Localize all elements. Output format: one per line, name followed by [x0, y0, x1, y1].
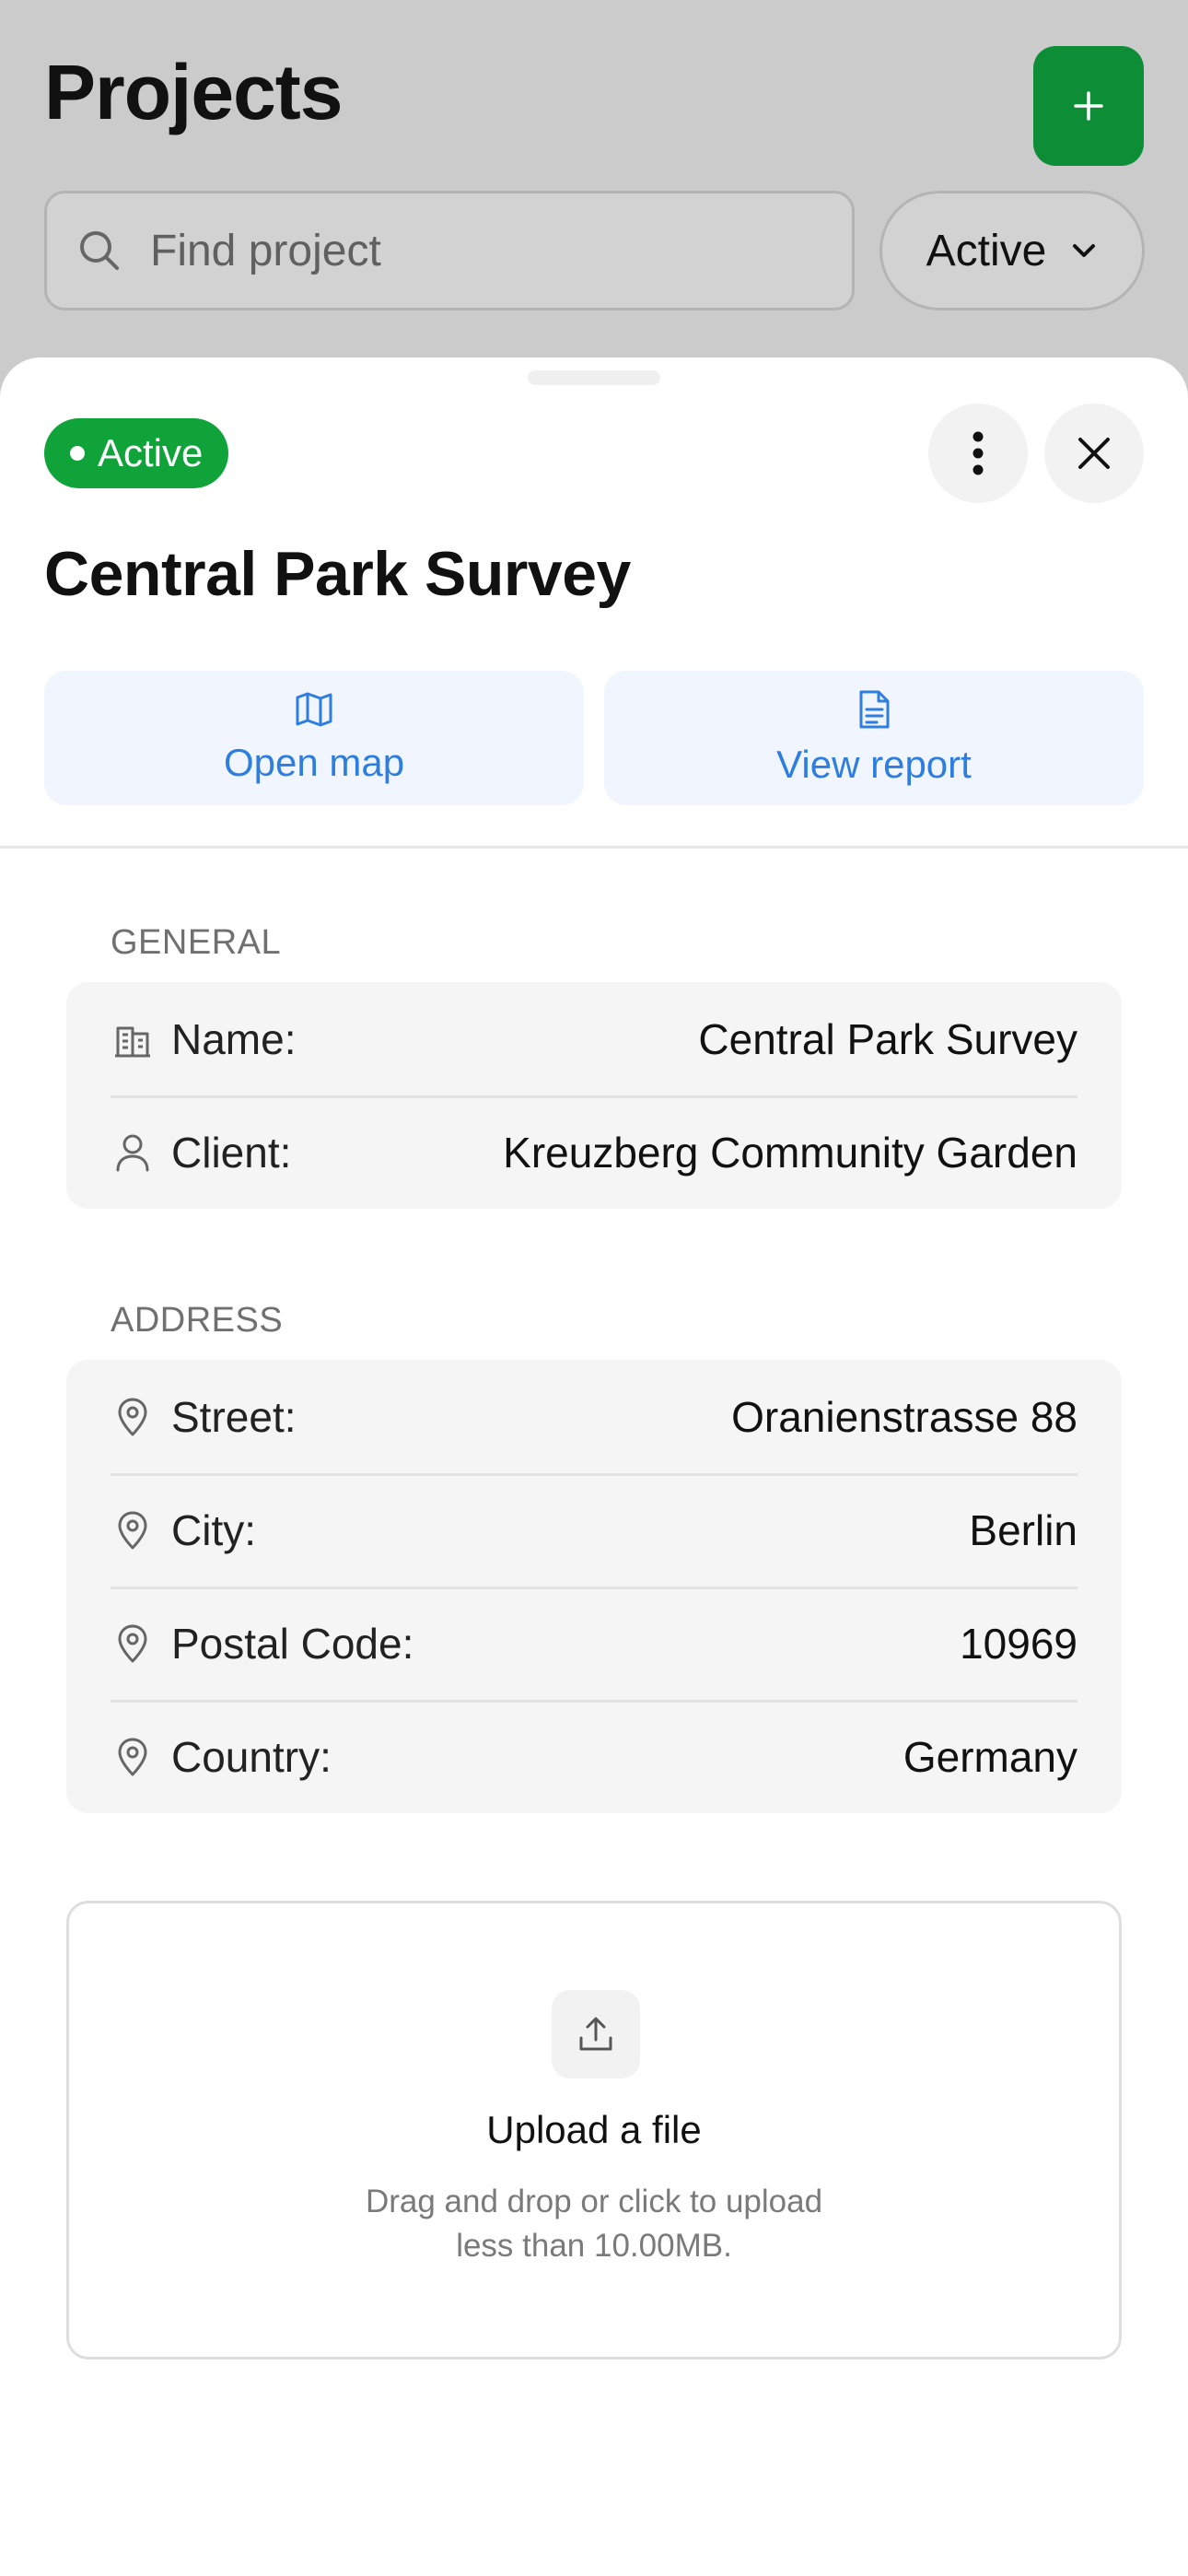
search-field[interactable]: [44, 191, 855, 310]
info-value: Oranienstrasse 88: [731, 1392, 1077, 1441]
building-icon: [111, 1017, 155, 1061]
status-dot-icon: [70, 446, 85, 461]
view-report-button[interactable]: View report: [604, 671, 1144, 805]
map-icon: [296, 692, 332, 727]
pin-icon: [111, 1395, 155, 1439]
more-options-button[interactable]: [928, 404, 1028, 503]
status-badge: Active: [44, 418, 229, 488]
pin-icon: [111, 1508, 155, 1552]
pin-icon: [111, 1735, 155, 1779]
page-title: Projects: [44, 49, 343, 135]
pin-icon: [111, 1622, 155, 1666]
info-value: Kreuzberg Community Garden: [503, 1128, 1077, 1177]
project-title: Central Park Survey: [44, 539, 631, 609]
user-icon: [111, 1130, 155, 1175]
status-filter-value: Active: [926, 226, 1047, 275]
info-value: 10969: [960, 1619, 1077, 1668]
more-vertical-icon: [973, 431, 984, 475]
view-report-label: View report: [776, 743, 972, 786]
info-row-street: Street: Oranienstrasse 88: [66, 1360, 1122, 1473]
info-value: Germany: [903, 1732, 1077, 1781]
plus-icon: [1074, 91, 1103, 121]
search-icon: [80, 231, 119, 270]
sheet-divider: [0, 846, 1188, 849]
info-row-city: City: Berlin: [66, 1473, 1122, 1587]
info-value: Central Park Survey: [698, 1014, 1077, 1063]
info-value: Berlin: [969, 1505, 1077, 1554]
open-map-label: Open map: [223, 741, 405, 784]
info-row-client: Client: Kreuzberg Community Garden: [66, 1095, 1122, 1209]
document-icon: [859, 690, 890, 729]
upload-title: Upload a file: [486, 2108, 702, 2151]
info-label: Name:: [171, 1014, 297, 1063]
general-card: Name: Central Park Survey Client: Kreuzb…: [66, 982, 1122, 1209]
upload-hint: Drag and drop or click to upload less th…: [69, 2180, 1119, 2268]
upload-hint-line: Drag and drop or click to upload: [365, 2184, 823, 2219]
general-section-label: GENERAL: [111, 923, 282, 962]
open-map-button[interactable]: Open map: [44, 671, 584, 805]
info-label: Postal Code:: [171, 1619, 414, 1668]
status-badge-label: Active: [98, 431, 204, 474]
add-project-button[interactable]: [1033, 46, 1144, 166]
info-row-postal-code: Postal Code: 10969: [66, 1587, 1122, 1700]
upload-hint-line: less than 10.00MB.: [456, 2228, 732, 2264]
upload-icon: [552, 1990, 640, 2078]
chevron-down-icon: [1073, 244, 1096, 257]
project-detail-sheet: Active Central Park Survey Open map View…: [0, 357, 1188, 2576]
close-icon: [1078, 438, 1110, 469]
close-button[interactable]: [1044, 404, 1144, 503]
info-label: Client:: [171, 1128, 292, 1177]
status-filter-dropdown[interactable]: Active: [879, 191, 1145, 310]
info-label: Street:: [171, 1392, 297, 1441]
info-label: City:: [171, 1505, 256, 1554]
address-card: Street: Oranienstrasse 88 City: Berlin P…: [66, 1360, 1122, 1813]
info-row-name: Name: Central Park Survey: [66, 982, 1122, 1095]
info-row-country: Country: Germany: [66, 1700, 1122, 1813]
address-section-label: ADDRESS: [111, 1301, 284, 1340]
search-input[interactable]: [148, 224, 797, 277]
sheet-drag-handle[interactable]: [528, 370, 660, 385]
file-upload-dropzone[interactable]: Upload a file Drag and drop or click to …: [66, 1901, 1122, 2359]
info-label: Country:: [171, 1732, 332, 1781]
